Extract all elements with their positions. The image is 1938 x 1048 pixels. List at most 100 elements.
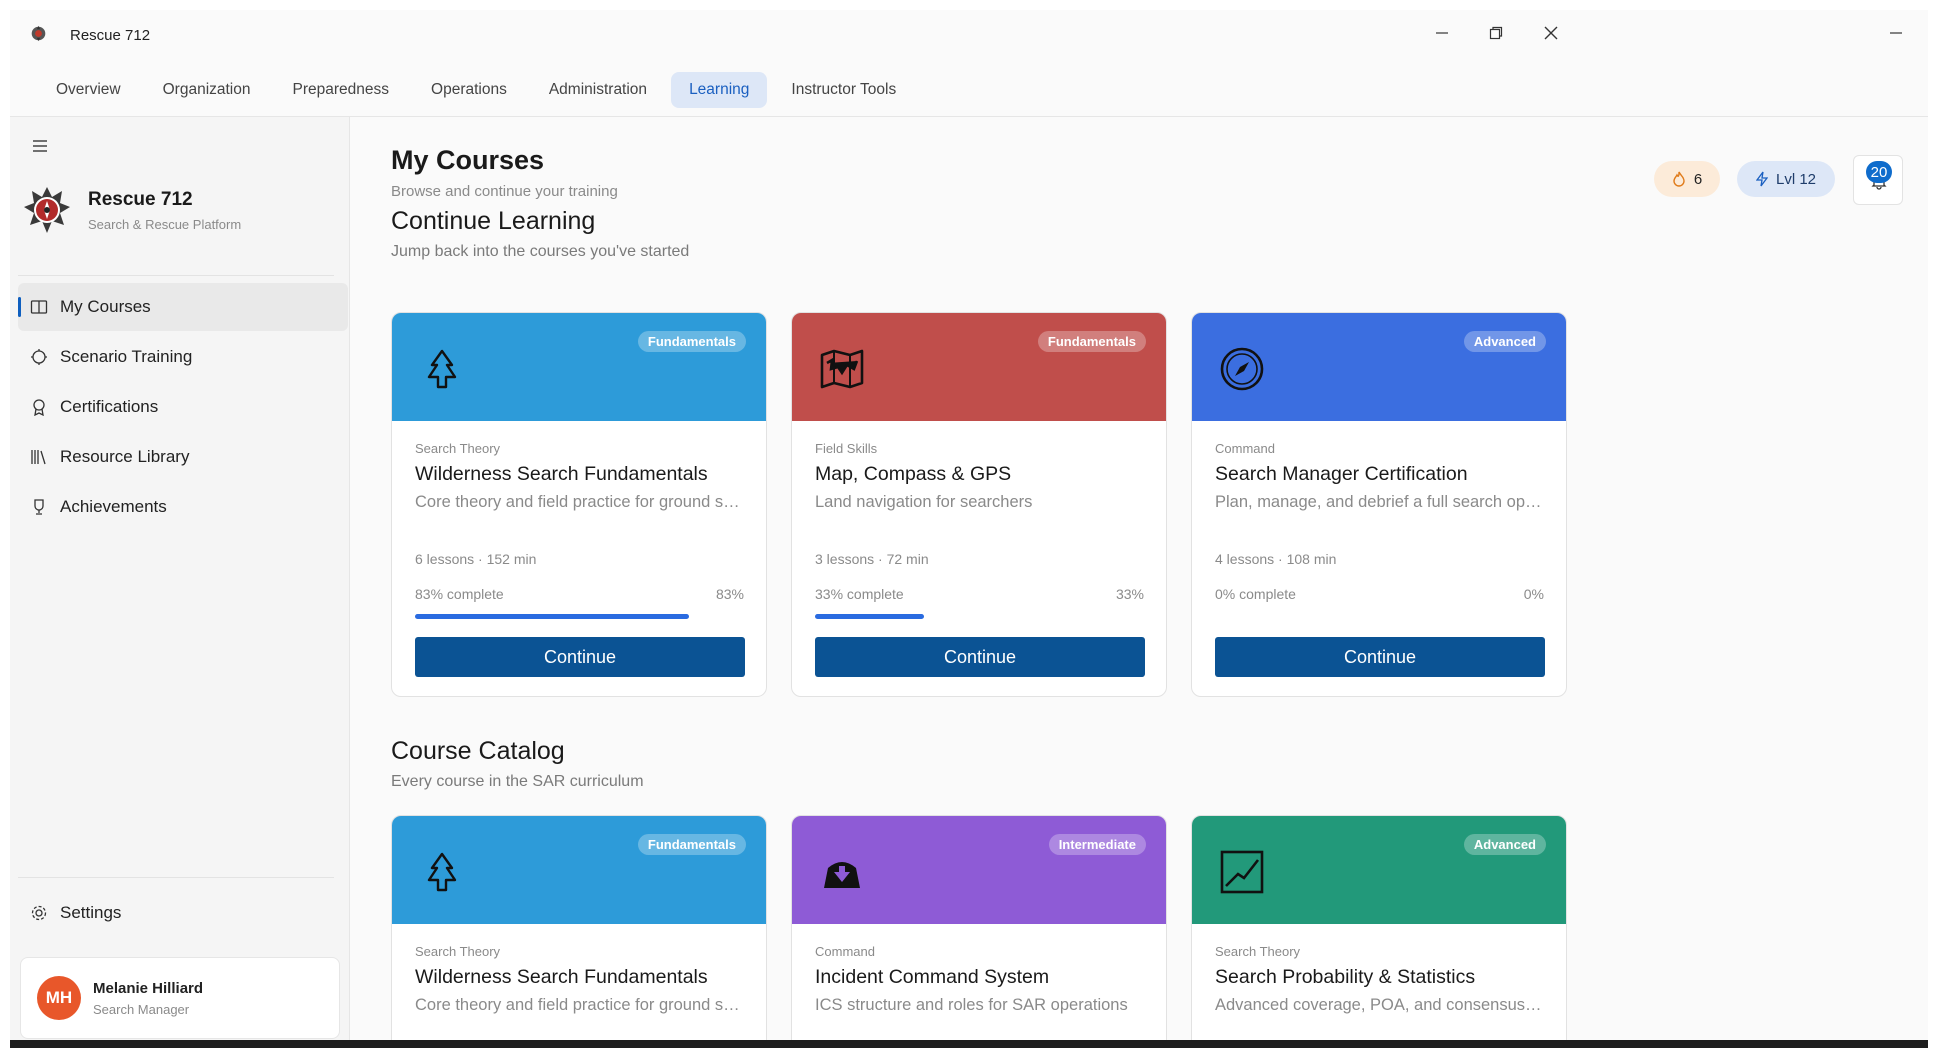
card-header: Advanced (1192, 313, 1566, 421)
command-post-icon (824, 862, 860, 888)
continue-button[interactable]: Continue (1215, 637, 1545, 677)
brand-logo (24, 187, 70, 233)
sidebar: Rescue 712 Search & Rescue Platform My C… (10, 117, 350, 1040)
progress-label: 33% complete (815, 586, 904, 602)
user-name: Melanie Hilliard (93, 980, 204, 997)
flame-icon (1673, 171, 1685, 187)
course-name: Map, Compass & GPS (815, 463, 1012, 485)
course-name: Search Probability & Statistics (1215, 966, 1476, 988)
course-catalog-title: Course Catalog (391, 737, 565, 765)
tab-operations[interactable]: Operations (413, 72, 525, 108)
minimize-icon (1436, 32, 1448, 34)
sidebar-item-label: Achievements (60, 497, 167, 516)
notifications-button[interactable]: 20 (1853, 155, 1903, 205)
level-badge: Fundamentals (1037, 331, 1146, 352)
catalog-card[interactable]: Fundamentals Search Theory Wilderness Se… (391, 815, 767, 1040)
continue-learning-subtitle: Jump back into the courses you've starte… (391, 243, 690, 260)
sidebar-item-resource-library[interactable]: Resource Library (18, 433, 348, 481)
sidebar-divider (18, 275, 334, 276)
level-badge[interactable]: Lvl 12 (1737, 161, 1835, 197)
book-icon (30, 300, 48, 314)
level-label: Lvl 12 (1775, 170, 1817, 188)
page-subtitle: Browse and continue your training (391, 183, 618, 200)
tab-administration[interactable]: Administration (531, 72, 665, 108)
course-category: Search Theory (1215, 944, 1301, 959)
course-category: Command (1215, 441, 1275, 456)
course-card[interactable]: Fundamentals Search Theory Wilderness Se… (391, 312, 767, 697)
catalog-card[interactable]: Intermediate Command Incident Command Sy… (791, 815, 1167, 1040)
course-card[interactable]: Fundamentals Field Skills Map, Compass &… (791, 312, 1167, 697)
course-name: Incident Command System (815, 966, 1050, 988)
continue-learning-title: Continue Learning (391, 207, 596, 235)
level-badge: Intermediate (1048, 834, 1146, 855)
library-icon (31, 450, 46, 465)
streak-count: 6 (1693, 170, 1703, 188)
page-title: My Courses (391, 145, 545, 175)
card-header: Fundamentals (392, 816, 766, 924)
close-icon (1544, 26, 1558, 40)
top-tab-bar: Overview Organization Preparedness Opera… (10, 70, 914, 110)
sidebar-item-achievements[interactable]: Achievements (18, 483, 348, 531)
progress-bar (415, 614, 745, 619)
course-description: Advanced coverage, POA, and consensus me… (1215, 996, 1545, 1014)
course-name: Search Manager Certification (1215, 463, 1468, 485)
user-card[interactable]: MH Melanie Hilliard Search Manager (20, 957, 340, 1039)
course-description: Core theory and field practice for groun… (415, 996, 745, 1014)
trophy-icon (34, 499, 44, 515)
card-header: Fundamentals (792, 313, 1166, 421)
tab-overview[interactable]: Overview (38, 72, 139, 108)
restore-button[interactable] (1476, 18, 1516, 48)
minimize-button[interactable] (1876, 18, 1916, 48)
tab-preparedness[interactable]: Preparedness (275, 72, 408, 108)
gear-icon (31, 905, 47, 921)
brand-name: Rescue 712 (88, 189, 193, 210)
tab-learning[interactable]: Learning (671, 72, 768, 108)
progress-fill (415, 614, 689, 619)
hamburger-icon (33, 140, 47, 152)
brand-subtitle: Search & Rescue Platform (88, 217, 242, 232)
notification-count-badge: 20 (1866, 161, 1892, 183)
streak-badge[interactable]: 6 (1654, 161, 1720, 197)
course-description: ICS structure and roles for SAR operatio… (815, 996, 1128, 1014)
minimize-icon (1890, 32, 1902, 34)
close-button[interactable] (1531, 18, 1571, 48)
minimize-button-main[interactable] (1422, 18, 1462, 48)
level-badge: Advanced (1463, 331, 1546, 352)
tree-icon (427, 349, 457, 389)
menu-toggle-button[interactable] (32, 139, 48, 158)
restore-icon (1489, 26, 1503, 40)
ribbon-icon (33, 399, 45, 416)
course-card[interactable]: Advanced Command Search Manager Certific… (1191, 312, 1567, 697)
tree-icon (427, 852, 457, 892)
progress-bar (815, 614, 1145, 619)
sidebar-item-settings[interactable]: Settings (18, 891, 348, 935)
app-window: Rescue 712 Overview Organization Prepare… (10, 10, 1928, 1040)
progress-percent: 0% (1523, 586, 1544, 602)
scenario-icon (31, 349, 47, 365)
level-badge: Advanced (1463, 834, 1546, 855)
sidebar-item-certifications[interactable]: Certifications (18, 383, 348, 431)
window-title: Rescue 712 (70, 27, 151, 44)
sidebar-item-label: Resource Library (60, 447, 190, 466)
settings-label: Settings (60, 903, 122, 922)
progress-bar (1215, 614, 1545, 619)
course-description: Core theory and field practice for groun… (415, 493, 745, 511)
continue-button[interactable]: Continue (815, 637, 1145, 677)
chart-icon (1220, 850, 1264, 894)
progress-fill (815, 614, 924, 619)
sidebar-item-my-courses[interactable]: My Courses (18, 283, 348, 331)
user-role: Search Manager (93, 1002, 190, 1017)
catalog-card[interactable]: Advanced Search Theory Search Probabilit… (1191, 815, 1567, 1040)
level-badge: Fundamentals (637, 331, 746, 352)
course-name: Wilderness Search Fundamentals (415, 966, 708, 988)
title-bar: Rescue 712 (10, 10, 1928, 52)
tab-organization[interactable]: Organization (145, 72, 269, 108)
card-header: Intermediate (792, 816, 1166, 924)
sidebar-item-scenario-training[interactable]: Scenario Training (18, 333, 348, 381)
sidebar-divider (18, 877, 334, 878)
course-category: Field Skills (815, 441, 878, 456)
tab-instructor-tools[interactable]: Instructor Tools (773, 72, 914, 108)
course-meta: 3 lessons · 72 min (815, 551, 929, 567)
sidebar-item-label: Certifications (60, 397, 159, 416)
continue-button[interactable]: Continue (415, 637, 745, 677)
